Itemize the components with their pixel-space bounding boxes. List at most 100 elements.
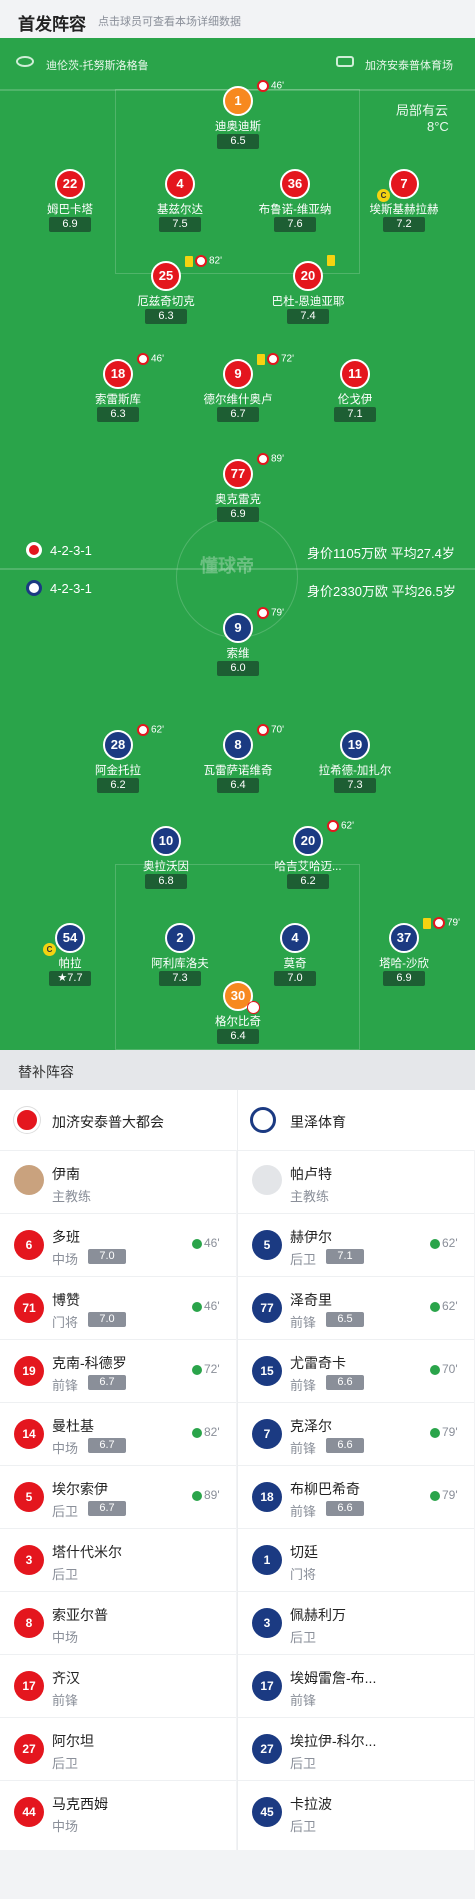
sub-in-icon [430,1301,440,1312]
player-rating: 6.4 [217,778,259,793]
home-player-20[interactable]: 20 巴杜-恩迪亚耶 7.4 [253,255,363,325]
shirt-number: 20 [293,826,323,856]
home-value: 身价1105万欧 平均27.4岁 [307,546,455,561]
sub-in-time: 79' [430,1488,458,1502]
away-coach-row[interactable]: 帕卢特 主教练 [238,1150,474,1213]
shirt-number: 19 [340,730,370,760]
sub-row[interactable]: 15 尤雷奇卡 前锋 6.6 70' [238,1339,474,1402]
home-player-18[interactable]: 18 46' 索雷斯库 6.3 [63,353,173,423]
sub-row[interactable]: 6 多班 中场 7.0 46' [0,1213,236,1276]
home-team-logo [14,1107,40,1133]
sub-row[interactable]: 14 曼杜基 中场 6.7 82' [0,1402,236,1465]
shirt-number: 5 [14,1482,44,1512]
player-rating: 7.6 [274,217,316,232]
home-coach-row[interactable]: 伊南 主教练 [0,1150,236,1213]
card-sub-event: 79' [423,917,460,929]
away-player-30[interactable]: 30 格尔比奇 6.4 [183,981,293,1045]
shirt-number: 14 [14,1419,44,1449]
player-name: 阿尔坦 [52,1733,94,1749]
star-icon: ★ [57,972,68,984]
temperature: 8°C [427,119,449,134]
sub-row[interactable]: 71 博赞 门将 7.0 46' [0,1276,236,1339]
home-player-25[interactable]: 25 82' 厄兹奇切克 6.3 [111,255,222,325]
sub-row[interactable]: 3 佩赫利万 后卫 [238,1591,474,1654]
player-name: 马克西姆 [52,1796,108,1812]
player-name: 姆巴卡塔 [47,204,93,216]
home-player-1[interactable]: 1 46' 迪奥迪斯 6.5 [183,80,293,150]
home-player-7[interactable]: 7 C 埃斯基赫拉赫 7.2 [349,169,459,233]
player-position: 门将 [52,1315,79,1330]
sub-row[interactable]: 77 泽奇里 前锋 6.5 62' [238,1276,474,1339]
stadium-name: 加济安泰普体育场 [365,60,453,72]
player-name: 德尔维什奥卢 [203,394,273,406]
away-player-10[interactable]: 10 奥拉沃因 6.8 [111,826,221,890]
shirt-number: 6 [14,1230,44,1260]
sub-row[interactable]: 27 阿尔坦后卫 [0,1717,236,1780]
away-player-28[interactable]: 28 62' 阿金托拉 6.2 [63,724,173,794]
player-name: 厄兹奇切克 [137,296,195,308]
player-position: 前锋 [290,1504,317,1519]
away-player-8[interactable]: 8 70' 瓦雷萨诺维奇 6.4 [183,724,293,794]
player-position: 前锋 [52,1378,79,1393]
home-player-11[interactable]: 11 伦戈伊 7.1 [300,359,410,423]
home-player-36[interactable]: 36 布鲁诺-维亚纳 7.6 [240,169,350,233]
sub-row[interactable]: 44 马克西姆 中场 [0,1780,236,1843]
home-player-22[interactable]: 22 姆巴卡塔 6.9 [15,169,125,233]
away-player-37[interactable]: 37 79' 塔哈-沙欣 6.9 [349,917,460,987]
sub-row[interactable]: 1 切廷 门将 [238,1528,474,1591]
shirt-number: 4 [280,923,310,953]
home-player-9[interactable]: 9 72' 德尔维什奥卢 6.7 [183,353,294,423]
shirt-number: 45 [252,1797,282,1827]
card-sub-event: 72' [257,353,294,365]
away-player-9[interactable]: 9 79' 索维 6.0 [183,607,293,677]
page-title: 首发阵容 [18,15,86,34]
player-position: 前锋 [290,1693,317,1708]
sub-row[interactable]: 19 克南-科德罗 前锋 6.7 72' [0,1339,236,1402]
sub-row[interactable]: 17 齐汉 前锋 [0,1654,236,1717]
away-player-54[interactable]: 54 C 帕拉 ★7.7 [15,923,125,987]
away-player-2[interactable]: 2 阿利库洛夫 7.3 [125,923,235,987]
player-name: 伦戈伊 [337,394,373,406]
sub-row[interactable]: 5 埃尔索伊 后卫 6.7 89' [0,1465,236,1528]
sub-row[interactable]: 45 卡拉波 后卫 [238,1780,474,1843]
shirt-number: 20 [293,261,323,291]
player-name: 索维 [226,648,250,660]
away-player-4[interactable]: 4 莫奇 7.0 [240,923,350,987]
substitution-icon [267,353,279,365]
sub-in-icon [192,1427,202,1438]
home-player-4[interactable]: 4 基兹尔达 7.5 [125,169,235,233]
shirt-number: 17 [252,1671,282,1701]
sub-row[interactable]: 8 索亚尔普 中场 [0,1591,236,1654]
sub-event: 62' [327,820,354,832]
sub-event: 70' [257,724,284,736]
away-player-20[interactable]: 20 62' 哈吉艾哈迈... 6.2 [253,820,363,890]
player-name: 阿利库洛夫 [151,958,209,970]
player-name: 布柳巴希奇 [290,1481,360,1497]
away-team-name: 里泽体育 [290,1114,346,1130]
player-name: 泽奇里 [290,1292,332,1308]
sub-row[interactable]: 7 克泽尔 前锋 6.6 79' [238,1402,474,1465]
shirt-number: 27 [252,1734,282,1764]
home-player-77[interactable]: 77 89' 奥克雷克 6.9 [183,453,293,523]
player-rating: 7.3 [334,778,376,793]
shirt-number: 27 [14,1734,44,1764]
sub-row[interactable]: 17 埃姆雷詹-布... 前锋 [238,1654,474,1717]
pitch: 迪伦茨-托努斯洛格鲁 加济安泰普体育场 局部有云 8°C 懂球帝 4-2-3-1… [0,38,475,1050]
sub-row[interactable]: 3 塔什代米尔 后卫 [0,1528,236,1591]
sub-row[interactable]: 27 埃拉伊-科尔... 后卫 [238,1717,474,1780]
sub-row[interactable]: 5 赫伊尔 后卫 7.1 62' [238,1213,474,1276]
shirt-number: 71 [14,1293,44,1323]
player-position: 后卫 [290,1630,317,1645]
player-rating: 6.9 [217,507,259,522]
substitution-icon [137,353,149,365]
player-rating: 6.6 [326,1375,364,1390]
shirt-number: 5 [252,1230,282,1260]
away-player-19[interactable]: 19 拉希德-加扎尔 7.3 [300,730,410,794]
player-position: 后卫 [52,1756,79,1771]
player-name: 卡拉波 [290,1796,332,1812]
sub-row[interactable]: 18 布柳巴希奇 前锋 6.6 79' [238,1465,474,1528]
player-rating: 6.6 [326,1438,364,1453]
player-name: 莫奇 [283,958,307,970]
weather-text: 局部有云 [396,103,449,118]
shirt-number: 1 [252,1545,282,1575]
